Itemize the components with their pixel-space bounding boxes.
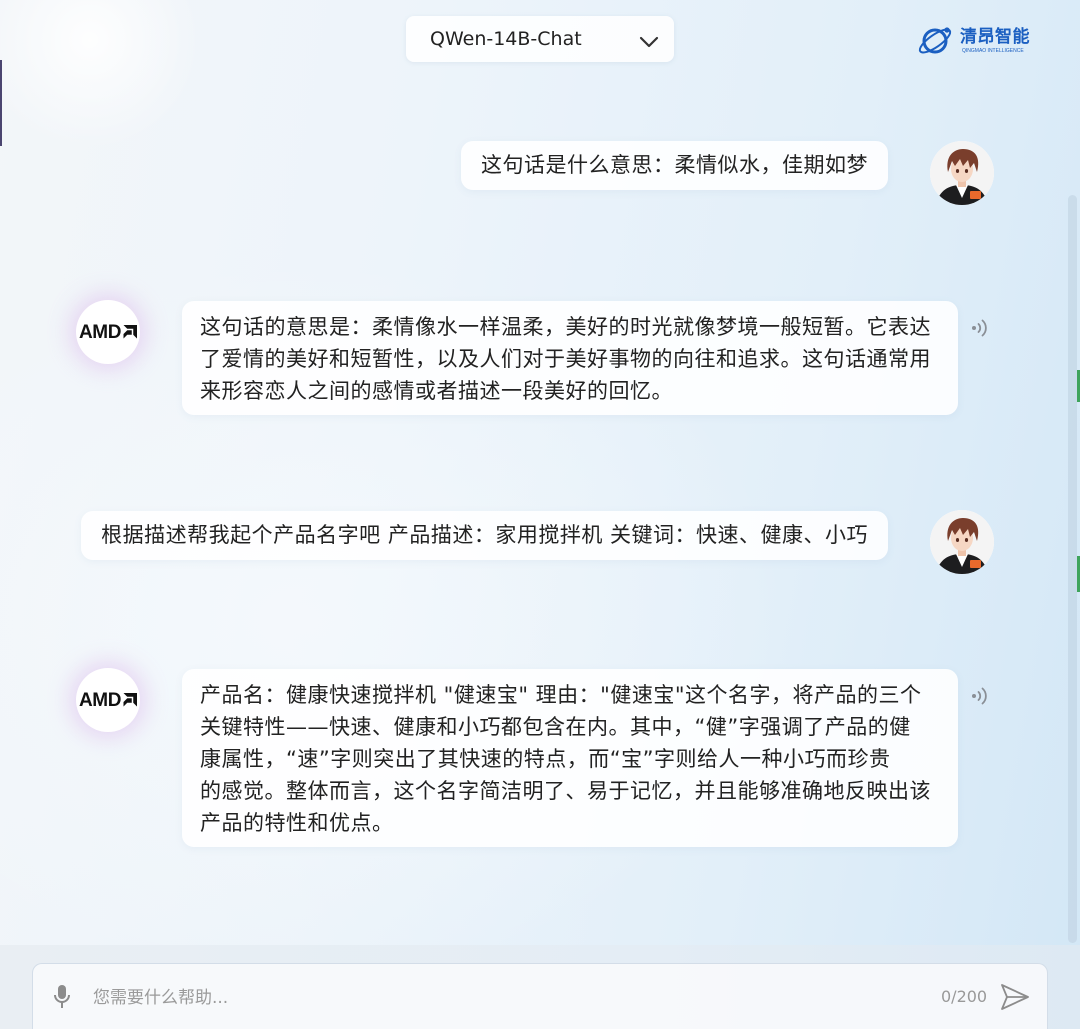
brand-logo: 清昂智能 QINGMAO INTELLIGENCE — [916, 20, 1036, 60]
assistant-message-line: 产品的特性和优点。 — [200, 811, 394, 835]
assistant-message-line: 了爱情的美好和短暂性，以及人们对于美好事物的向往和追求。这句话通常用 — [200, 347, 931, 371]
assistant-avatar: AMD — [76, 668, 140, 732]
model-selector[interactable]: QWen-14B-Chat — [406, 16, 674, 62]
assistant-message: AMD 产品名：健康快速搅拌机 "健速宝" 理由："健速宝"这个名字，将产品的三… — [0, 668, 1080, 848]
user-message-bubble: 这句话是什么意思：柔情似水，佳期如梦 — [461, 141, 888, 190]
assistant-avatar: AMD — [76, 300, 140, 364]
assistant-message-line: 来形容恋人之间的感情或者描述一段美好的回忆。 — [200, 379, 673, 403]
assistant-message-bubble: 产品名：健康快速搅拌机 "健速宝" 理由："健速宝"这个名字，将产品的三个 关键… — [182, 669, 958, 847]
amd-arrow-icon — [123, 324, 138, 338]
assistant-message: AMD 这句话的意思是：柔情像水一样温柔，美好的时光就像梦境一般短暂。它表达 了… — [0, 300, 1080, 415]
assistant-message-bubble: 这句话的意思是：柔情像水一样温柔，美好的时光就像梦境一般短暂。它表达 了爱情的美… — [182, 301, 958, 415]
assistant-message-line: 产品名：健康快速搅拌机 "健速宝" 理由："健速宝"这个名字，将产品的三个 — [200, 683, 922, 707]
assistant-message-line: 关键特性——快速、健康和小巧都包含在内。其中，“健”字强调了产品的健 — [200, 715, 911, 739]
orbit-logo-icon — [916, 22, 956, 58]
user-avatar-icon — [930, 141, 994, 205]
user-message-bubble: 根据描述帮我起个产品名字吧 产品描述：家用搅拌机 关键词：快速、健康、小巧 — [81, 511, 888, 560]
user-message-text: 根据描述帮我起个产品名字吧 产品描述：家用搅拌机 关键词：快速、健康、小巧 — [101, 523, 868, 547]
send-button[interactable] — [999, 981, 1031, 1013]
brand-subtitle: QINGMAO INTELLIGENCE — [962, 48, 1024, 54]
assistant-message-line: 的感觉。整体而言，这个名字简洁明了、易于记忆，并且能够准确地反映出该 — [200, 779, 931, 803]
speaker-icon[interactable] — [968, 684, 992, 708]
amd-logo-text: AMD — [78, 689, 122, 711]
chat-area: 这句话是什么意思：柔情似水，佳期如梦 AMD 这句话的意思是：柔情像水一样温柔，… — [0, 0, 1080, 945]
speaker-icon[interactable] — [968, 316, 992, 340]
user-avatar-icon — [930, 510, 994, 574]
brand-name: 清昂智能 — [960, 27, 1030, 47]
amd-logo-text: AMD — [78, 321, 122, 343]
send-icon — [1001, 984, 1029, 1010]
char-counter: 0/200 — [941, 987, 988, 1006]
microphone-icon[interactable] — [52, 984, 72, 1010]
user-message: 根据描述帮我起个产品名字吧 产品描述：家用搅拌机 关键词：快速、健康、小巧 — [0, 510, 1080, 574]
assistant-message-line: 康属性，“速”字则突出了其快速的特点，而“宝”字则给人一种小巧而珍贵 — [200, 747, 891, 771]
message-input[interactable] — [91, 980, 915, 1016]
scrollbar[interactable] — [1068, 195, 1077, 943]
composer: 0/200 — [32, 963, 1048, 1029]
model-selector-value: QWen-14B-Chat — [430, 28, 582, 50]
user-message-text: 这句话是什么意思：柔情似水，佳期如梦 — [481, 153, 868, 177]
user-message: 这句话是什么意思：柔情似水，佳期如梦 — [0, 141, 1080, 205]
assistant-message-line: 这句话的意思是：柔情像水一样温柔，美好的时光就像梦境一般短暂。它表达 — [200, 315, 931, 339]
chevron-down-icon — [639, 33, 659, 48]
amd-arrow-icon — [123, 692, 138, 706]
